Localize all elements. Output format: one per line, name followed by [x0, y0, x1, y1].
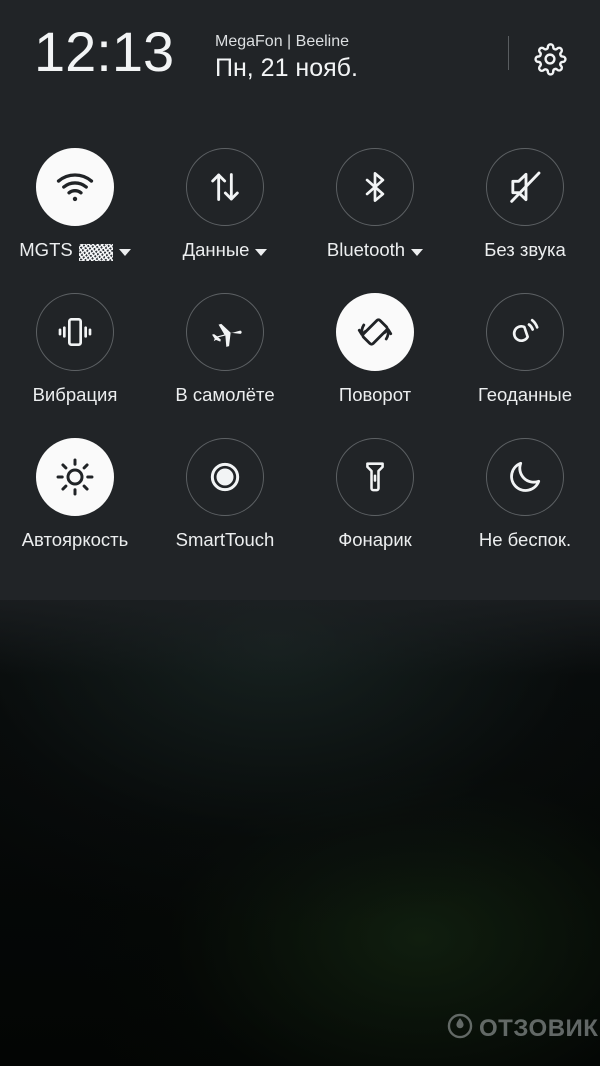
- otzovik-watermark: ОТЗОВИК: [447, 1013, 598, 1044]
- tile-label-text: В самолёте: [175, 384, 275, 405]
- tile-airplane-mode[interactable]: В самолёте: [150, 293, 300, 438]
- airplane-icon: [205, 312, 245, 352]
- settings-button[interactable]: [528, 39, 572, 83]
- tile-auto-brightness-label: Автояркость: [22, 529, 129, 551]
- tile-do-not-disturb-circle[interactable]: [486, 438, 564, 516]
- tile-flashlight-label: Фонарик: [338, 529, 412, 551]
- carrier-label: MegaFon | Beeline: [215, 33, 350, 50]
- mute-icon: [505, 167, 545, 207]
- tile-label-text: Автояркость: [21, 529, 129, 550]
- tile-sound-mode-circle[interactable]: [486, 148, 564, 226]
- tile-bluetooth-label: Bluetooth: [326, 239, 424, 261]
- censored-ssid-blur: [78, 243, 113, 261]
- tile-do-not-disturb-label: Не беспок.: [479, 529, 571, 551]
- clock-time: 12:13: [34, 20, 175, 83]
- tile-auto-rotate-circle[interactable]: [336, 293, 414, 371]
- tile-location[interactable]: Геоданные: [450, 293, 600, 438]
- chevron-down-icon[interactable]: [118, 248, 131, 256]
- quick-settings-screen: 12:13 MegaFon | Beeline Пн, 21 нояб. MGT…: [0, 0, 600, 1066]
- tile-auto-rotate[interactable]: Поворот: [300, 293, 450, 438]
- tile-label-text: Без звука: [484, 239, 566, 260]
- tile-bluetooth[interactable]: Bluetooth: [300, 148, 450, 293]
- tile-location-circle[interactable]: [486, 293, 564, 371]
- tile-label-text: Геоданные: [477, 384, 573, 405]
- tile-do-not-disturb[interactable]: Не беспок.: [450, 438, 600, 583]
- tile-label-text: SmartTouch: [175, 529, 275, 550]
- flashlight-icon: [356, 458, 394, 496]
- tile-airplane-mode-circle[interactable]: [186, 293, 264, 371]
- tile-auto-brightness-circle[interactable]: [36, 438, 114, 516]
- auto-rotate-icon: [354, 311, 396, 353]
- tile-airplane-mode-label: В самолёте: [175, 384, 274, 406]
- quick-tiles-grid: MGTS Данные Bluetooth Без звука Вибрация…: [0, 148, 600, 583]
- tile-row: Вибрация В самолёте Поворот Геоданные: [0, 293, 600, 438]
- brightness-sun-icon: [54, 456, 96, 498]
- tile-auto-rotate-label: Поворот: [339, 384, 411, 406]
- quick-settings-panel: 12:13 MegaFon | Beeline Пн, 21 нояб. MGT…: [0, 0, 600, 676]
- location-icon: [505, 312, 545, 352]
- tile-sound-mode-label: Без звука: [484, 239, 566, 261]
- smarttouch-icon: [205, 457, 245, 497]
- tile-label-text: Поворот: [338, 384, 412, 405]
- tile-mobile-data-label: Данные: [183, 239, 268, 261]
- tile-row: MGTS Данные Bluetooth Без звука: [0, 148, 600, 293]
- tile-location-label: Геоданные: [478, 384, 572, 406]
- tile-row: Автояркость SmartTouch Фонарик Не беспок…: [0, 438, 600, 583]
- vibration-icon: [55, 312, 95, 352]
- tile-label-text: Данные: [182, 239, 250, 260]
- wifi-icon: [54, 166, 96, 208]
- tile-wifi[interactable]: MGTS: [0, 148, 150, 293]
- moon-icon: [505, 457, 545, 497]
- tile-smarttouch[interactable]: SmartTouch: [150, 438, 300, 583]
- tile-smarttouch-circle[interactable]: [186, 438, 264, 516]
- tile-mobile-data-circle[interactable]: [186, 148, 264, 226]
- tile-label-text: Фонарик: [338, 529, 412, 550]
- tile-label-text: Не беспок.: [478, 529, 572, 550]
- tile-mobile-data[interactable]: Данные: [150, 148, 300, 293]
- otzovik-logo-icon: [447, 1013, 473, 1044]
- tile-vibration-circle[interactable]: [36, 293, 114, 371]
- tile-smarttouch-label: SmartTouch: [176, 529, 275, 551]
- bluetooth-icon: [356, 168, 394, 206]
- tile-flashlight[interactable]: Фонарик: [300, 438, 450, 583]
- date-label: Пн, 21 нояб.: [215, 54, 358, 82]
- tile-vibration-label: Вибрация: [33, 384, 118, 406]
- header-divider: [508, 36, 509, 70]
- tile-vibration[interactable]: Вибрация: [0, 293, 150, 438]
- brightness-slider-row: [0, 600, 600, 656]
- tile-flashlight-circle[interactable]: [336, 438, 414, 516]
- status-header: 12:13 MegaFon | Beeline Пн, 21 нояб.: [0, 0, 600, 104]
- data-arrows-icon: [205, 167, 245, 207]
- tile-label-text: Bluetooth: [326, 239, 406, 260]
- gear-icon: [533, 42, 567, 81]
- otzovik-watermark-text: ОТЗОВИК: [479, 1014, 599, 1042]
- tile-auto-brightness[interactable]: Автояркость: [0, 438, 150, 583]
- chevron-down-icon[interactable]: [411, 248, 424, 256]
- tile-label-text: Вибрация: [32, 384, 118, 405]
- tile-wifi-label: MGTS: [19, 239, 131, 261]
- tile-wifi-circle[interactable]: [36, 148, 114, 226]
- tile-bluetooth-circle[interactable]: [336, 148, 414, 226]
- tile-sound-mode[interactable]: Без звука: [450, 148, 600, 293]
- chevron-down-icon[interactable]: [255, 248, 268, 256]
- tile-label-text: MGTS: [19, 239, 73, 260]
